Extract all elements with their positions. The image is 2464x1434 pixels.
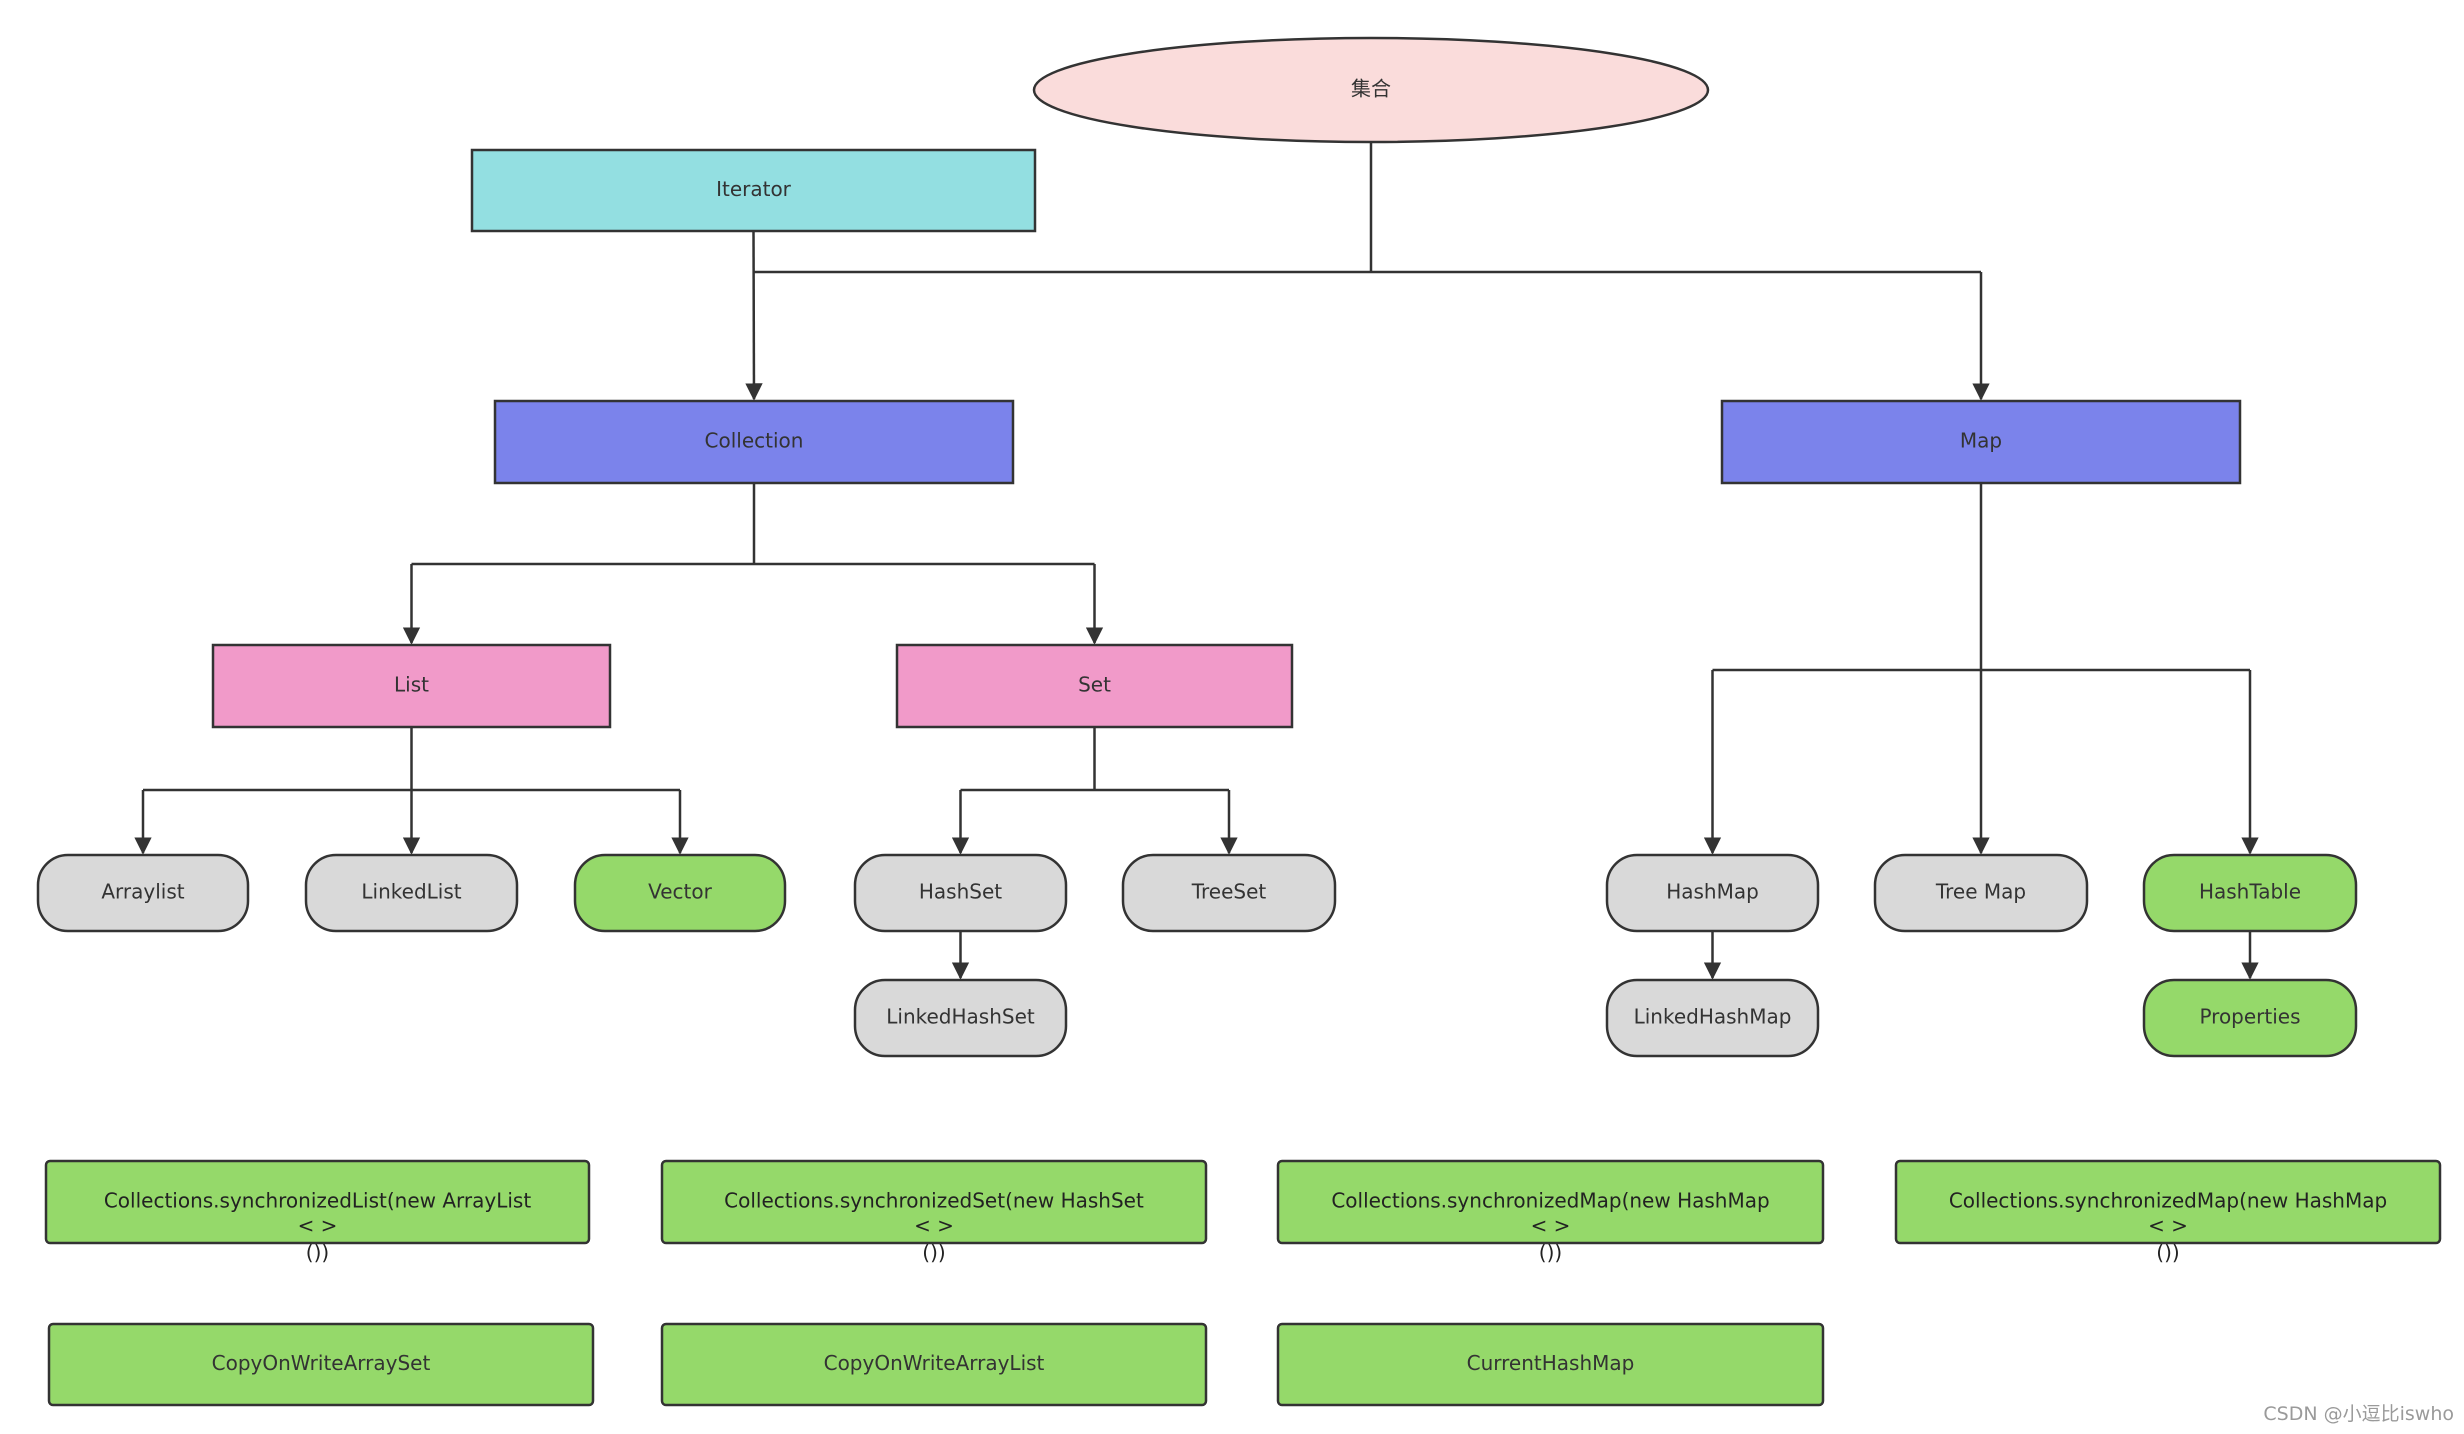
hashset-label: HashSet [919, 880, 1002, 904]
wrapper-sync-map-1: Collections.synchronizedMap(new HashMap<… [1276, 1159, 1825, 1265]
watermark: CSDN @小逗比iswho [2263, 1403, 2454, 1425]
sync-map-1-line-3: ()) [1539, 1241, 1562, 1265]
node-linkedhashmap: LinkedHashMap [1605, 978, 1820, 1058]
wrapper-sync-list: Collections.synchronizedList(new ArrayLi… [44, 1159, 591, 1265]
sync-set-line-2: < > [914, 1214, 954, 1238]
sync-map-1-line-2: < > [1531, 1214, 1571, 1238]
treeset-label: TreeSet [1191, 880, 1267, 904]
edges-layer [134, 142, 2259, 980]
node-root: 集合 [1032, 36, 1710, 144]
current-hashmap-label: CurrentHashMap [1467, 1351, 1635, 1375]
linkedhashmap-label: LinkedHashMap [1634, 1005, 1792, 1029]
node-vector: Vector [573, 853, 787, 933]
linkedlist-label: LinkedList [361, 880, 461, 904]
sync-map-2-line-1: Collections.synchronizedMap(new HashMap [1949, 1189, 2387, 1213]
edge-iterator-collection [745, 230, 763, 401]
collections-hierarchy-diagram: 集合 Iterator Collection Map List Set Arraylist L… [36, 36, 2442, 1407]
properties-label: Properties [2199, 1005, 2300, 1029]
node-arraylist: Arraylist [36, 853, 250, 933]
sync-list-line-1: Collections.synchronizedList(new ArrayLi… [104, 1189, 532, 1213]
node-treeset: TreeSet [1121, 853, 1337, 933]
node-iterator: Iterator [470, 148, 1037, 233]
linkedhashset-label: LinkedHashSet [886, 1005, 1035, 1029]
map-label: Map [1960, 429, 2002, 453]
node-treemap: Tree Map [1873, 853, 2089, 933]
concurrent-current-hashmap: CurrentHashMap [1276, 1322, 1825, 1407]
hashmap-label: HashMap [1666, 880, 1759, 904]
node-linkedhashset: LinkedHashSet [853, 978, 1068, 1058]
nodes-layer: 集合 Iterator Collection Map List Set Arraylist L… [36, 36, 2442, 1407]
wrapper-sync-set: Collections.synchronizedSet(new HashSet<… [660, 1159, 1208, 1265]
vector-label: Vector [648, 880, 713, 904]
node-set: Set [895, 643, 1294, 729]
sync-map-2-line-2: < > [2148, 1214, 2188, 1238]
sync-set-line-3: ()) [922, 1241, 945, 1265]
set-label: Set [1078, 673, 1111, 697]
node-list: List [211, 643, 612, 729]
sync-list-line-2: < > [298, 1214, 338, 1238]
node-map: Map [1720, 399, 2242, 485]
node-collection: Collection [493, 399, 1015, 485]
concurrent-cow-set: CopyOnWriteArraySet [47, 1322, 595, 1407]
node-hashset: HashSet [853, 853, 1068, 933]
cow-set-label: CopyOnWriteArraySet [212, 1351, 431, 1375]
arraylist-label: Arraylist [101, 880, 184, 904]
node-hashtable: HashTable [2142, 853, 2358, 933]
collection-label: Collection [705, 429, 804, 453]
sync-list-line-3: ()) [306, 1241, 329, 1265]
concurrent-cow-list: CopyOnWriteArrayList [660, 1322, 1208, 1407]
treemap-label: Tree Map [1935, 880, 2026, 904]
node-properties: Properties [2142, 978, 2358, 1058]
node-linkedlist: LinkedList [304, 853, 519, 933]
sync-set-line-1: Collections.synchronizedSet(new HashSet [724, 1189, 1144, 1213]
root-label: 集合 [1351, 77, 1391, 101]
hashtable-label: HashTable [2199, 880, 2301, 904]
wrapper-sync-map-2: Collections.synchronizedMap(new HashMap<… [1894, 1159, 2442, 1265]
cow-list-label: CopyOnWriteArrayList [824, 1351, 1045, 1375]
iterator-label: Iterator [716, 177, 792, 201]
sync-map-1-line-1: Collections.synchronizedMap(new HashMap [1331, 1189, 1769, 1213]
sync-map-2-line-3: ()) [2156, 1241, 2179, 1265]
list-label: List [394, 673, 429, 697]
node-hashmap: HashMap [1605, 853, 1820, 933]
